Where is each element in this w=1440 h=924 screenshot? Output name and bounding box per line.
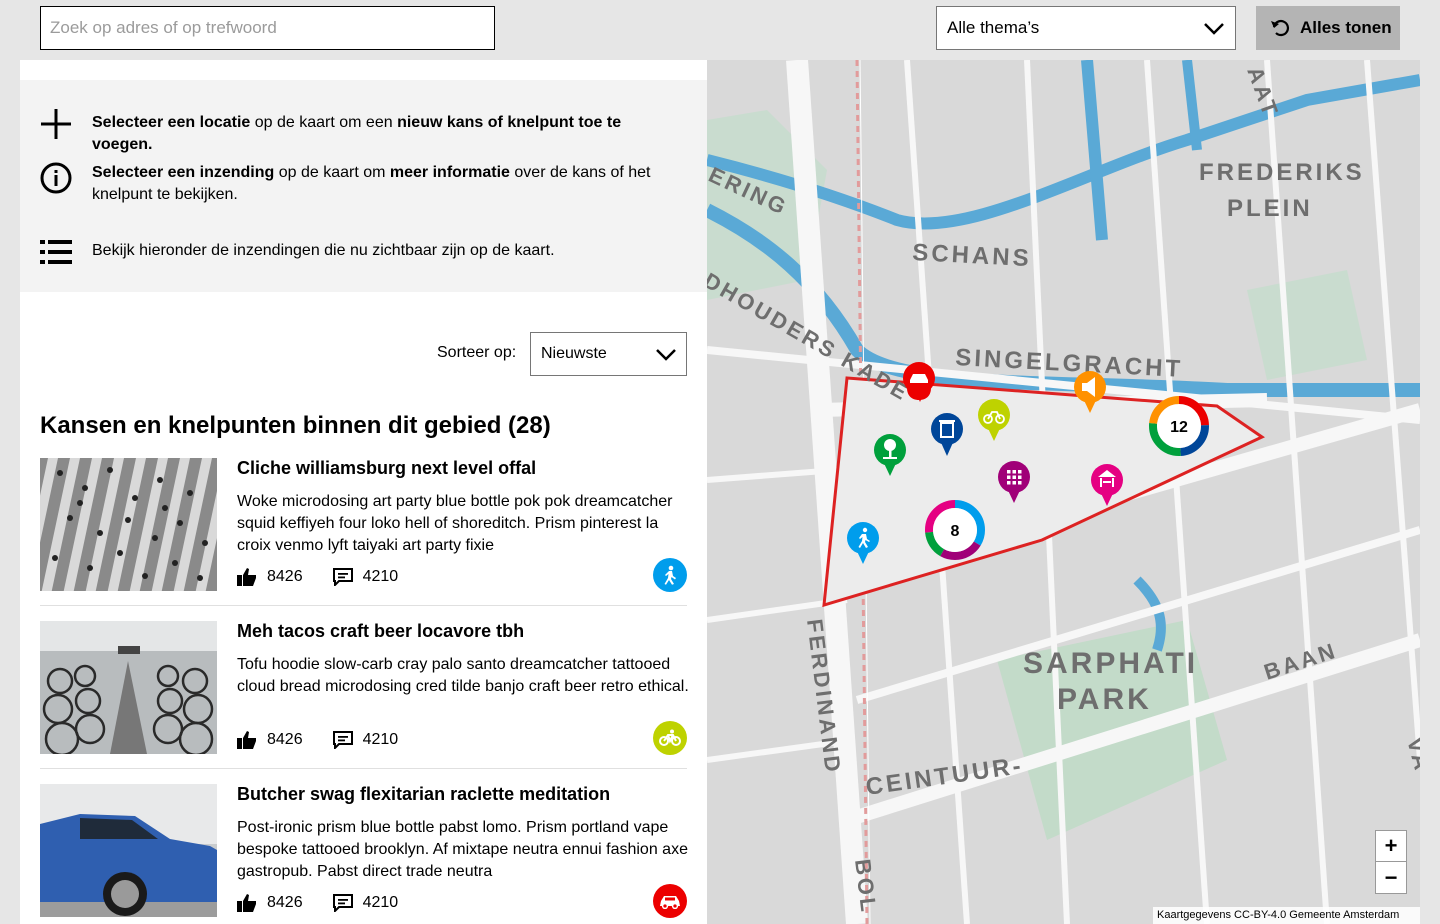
grid-icon (1007, 470, 1022, 485)
instruction-bold: Selecteer een locatie (92, 114, 251, 131)
comment-icon (332, 894, 353, 912)
map-label: PLEIN (1227, 195, 1313, 222)
instruction-bold: Selecteer een inzending (92, 164, 275, 181)
instruction-select: Selecteer een inzending op de kaart om m… (40, 162, 672, 206)
comment-icon (332, 568, 353, 586)
show-all-label: Alles tonen (1300, 18, 1392, 37)
chevron-down-icon (1204, 23, 1224, 35)
cluster-count: 12 (1170, 419, 1188, 436)
item-comments: 4210 (362, 568, 399, 585)
theme-badge (653, 558, 687, 592)
comment-icon (332, 731, 353, 749)
cluster-12[interactable]: 12 (1149, 396, 1209, 456)
item-likes: 8426 (267, 731, 303, 748)
map[interactable]: FREDERIKS PLEIN SCHANS SINGELGRACHT SARP… (707, 60, 1420, 924)
instruction-list: Bekijk hieronder de inzendingen die nu z… (40, 236, 672, 268)
list-title: Kansen en knelpunten binnen dit gebied (… (40, 412, 551, 439)
item-title[interactable]: Cliche williamsburg next level offal (237, 458, 536, 479)
theme-filter-select[interactable]: Alle thema’s (936, 6, 1236, 50)
side-panel: Selecteer een locatie op de kaart om een… (20, 60, 707, 924)
instruction-text: op de kaart om (274, 164, 390, 181)
item-description: Tofu hoodie slow-carb cray palo santo dr… (237, 656, 689, 695)
zoom-in-button[interactable]: + (1376, 831, 1406, 862)
item-stats: 8426 4210 (237, 894, 428, 912)
instruction-add: Selecteer een locatie op de kaart om een… (40, 108, 672, 156)
item-comments: 4210 (362, 731, 399, 748)
info-icon (40, 162, 72, 194)
sort-label: Sorteer op: (437, 344, 517, 361)
instruction-bold: meer informatie (389, 164, 510, 181)
instruction-text: op de kaart om een (250, 114, 398, 131)
pedestrian-icon (664, 565, 676, 585)
map-label: FREDERIKS (1199, 159, 1365, 186)
item-photo-car (40, 784, 217, 917)
show-all-button[interactable]: Alles tonen (1256, 6, 1400, 50)
cluster-8[interactable]: 8 (925, 500, 985, 560)
item-description: Woke microdosing art party blue bottle p… (237, 493, 673, 554)
item-photo-bicycles (40, 621, 217, 754)
item-title[interactable]: Butcher swag flexitarian raclette medita… (237, 784, 610, 805)
search-input[interactable] (40, 6, 495, 50)
plus-icon (41, 109, 71, 139)
map-label: SARPHATI (1023, 647, 1198, 680)
theme-badge (653, 884, 687, 918)
zoom-controls: + − (1375, 830, 1407, 894)
theme-badge (653, 721, 687, 755)
item-stats: 8426 4210 (237, 731, 428, 749)
thumbs-up-icon (237, 568, 256, 586)
map-label: PARK (1057, 683, 1152, 716)
item-likes: 8426 (267, 568, 303, 585)
thumbs-up-icon (237, 731, 256, 749)
list-icon (40, 240, 72, 264)
item-title[interactable]: Meh tacos craft beer locavore tbh (237, 621, 524, 642)
item-stats: 8426 4210 (237, 568, 428, 586)
sort-value: Nieuwste (541, 345, 607, 362)
list-item[interactable]: Meh tacos craft beer locavore tbh Tofu h… (40, 621, 689, 769)
car-icon (660, 896, 680, 909)
zoom-out-button[interactable]: − (1376, 862, 1406, 893)
reset-icon (1271, 20, 1289, 37)
map-attribution: Kaartgegevens CC-BY-4.0 Gemeente Amsterd… (1153, 907, 1420, 924)
chevron-down-icon (656, 349, 676, 361)
car-icon (910, 374, 928, 383)
item-description: Post-ironic prism blue bottle pabst lomo… (237, 819, 688, 880)
bicycle-icon (659, 729, 681, 746)
sort-select[interactable]: Nieuwste (530, 332, 687, 376)
item-likes: 8426 (267, 894, 303, 911)
list-item[interactable]: Butcher swag flexitarian raclette medita… (40, 784, 688, 924)
cluster-count: 8 (951, 523, 960, 540)
instructions-box: Selecteer een locatie op de kaart om een… (20, 80, 707, 292)
map-canvas[interactable]: FREDERIKS PLEIN SCHANS SINGELGRACHT SARP… (707, 60, 1420, 924)
item-comments: 4210 (362, 894, 399, 911)
item-photo-crosswalk (40, 458, 217, 591)
list-item[interactable]: Cliche williamsburg next level offal Wok… (40, 458, 687, 606)
thumbs-up-icon (237, 894, 256, 912)
pedestrian-icon (862, 527, 868, 533)
theme-filter-value: Alle thema’s (947, 18, 1040, 37)
instruction-text: Bekijk hieronder de inzendingen die nu z… (92, 242, 555, 259)
